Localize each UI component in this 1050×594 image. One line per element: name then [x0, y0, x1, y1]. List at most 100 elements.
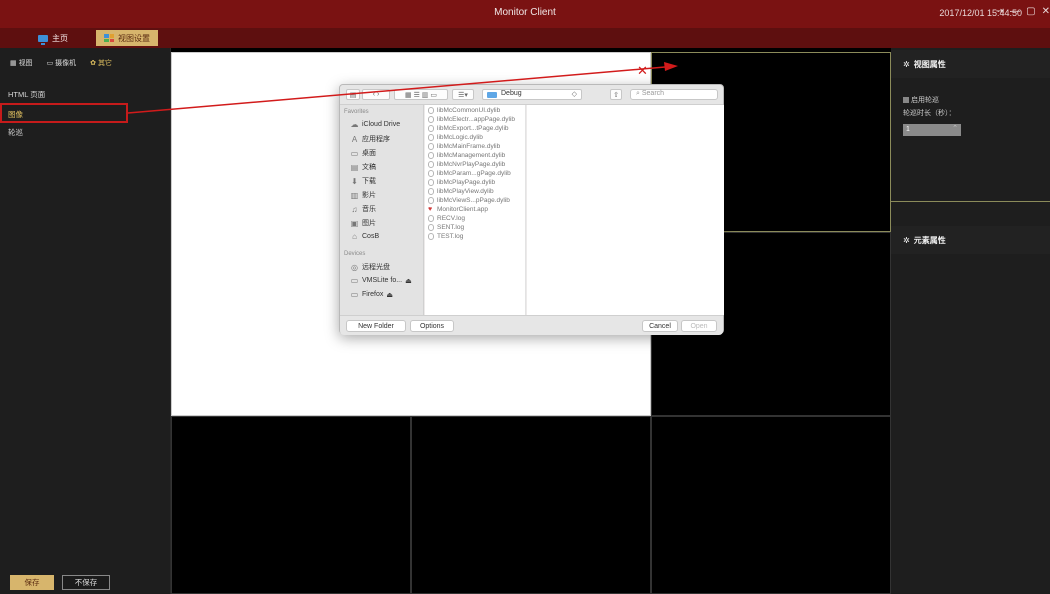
tab-view-settings[interactable]: 视图设置 [96, 30, 158, 46]
enable-patrol-label: 启用轮巡 [911, 97, 939, 104]
list-item[interactable]: libMcElectr...appPage.dylib [428, 116, 515, 123]
minimize-icon[interactable]: — [1010, 6, 1020, 17]
list-item[interactable]: libMcPlayPage.dylib [428, 179, 495, 186]
tab-home[interactable]: 主页 [30, 30, 76, 46]
cloud-icon: ☁ [350, 120, 359, 129]
documents-icon: ▤ [350, 162, 359, 172]
eject-icon[interactable]: ⏏ [405, 277, 412, 285]
file-name: libMcMainFrame.dylib [437, 143, 501, 150]
view-cell-bottom-2[interactable] [411, 416, 651, 594]
list-item[interactable]: libMcPlayView.dylib [428, 188, 494, 195]
patrol-duration-select[interactable]: 1 [903, 124, 961, 136]
open-button[interactable]: Open [681, 320, 717, 332]
tab-other[interactable]: ✿ 其它 [90, 58, 112, 70]
tab-view-settings-label: 视图设置 [118, 33, 150, 43]
list-item[interactable]: libMcManagement.dylib [428, 152, 505, 159]
list-item[interactable]: libMcExport...tPage.dylib [428, 125, 509, 132]
close-icon[interactable]: ✕ [1042, 6, 1050, 17]
sidebar-item-firefox[interactable]: ▭ Firefox ⏏ [350, 290, 393, 299]
file-name: libMcPlayView.dylib [437, 188, 494, 195]
sidebar-item-documents[interactable]: ▤ 文稿 [350, 162, 376, 172]
new-folder-button[interactable]: New Folder [346, 320, 406, 332]
back-forward-button[interactable]: ‹ › [362, 89, 390, 100]
music-icon: ♫ [351, 204, 358, 214]
sidebar-item-label: 远程光盘 [362, 264, 390, 271]
folder-path-select[interactable]: Debug ◇ [482, 89, 582, 100]
share-icon[interactable]: ⇧ [610, 89, 622, 100]
right-panel: ✲ 视图属性 启用轮巡 轮巡时长（秒）： 1 ✲ 元素属性 [891, 48, 1050, 594]
cancel-button[interactable]: Cancel [642, 320, 678, 332]
enable-patrol-checkbox[interactable]: 启用轮巡 [903, 95, 939, 105]
sidebar-item-pictures[interactable]: ▣ 图片 [350, 218, 376, 228]
sidebar-item-label: 文稿 [362, 164, 376, 171]
sidebar-item-label: iCloud Drive [362, 121, 401, 128]
view-mode-buttons[interactable]: ▦ ☰ ▥ ▭ [394, 89, 448, 100]
sidebar-item-icloud[interactable]: ☁ iCloud Drive [350, 120, 401, 129]
list-item[interactable]: libMcNvrPlayPage.dylib [428, 161, 505, 168]
tab-camera[interactable]: ▭ 摄像机 [47, 58, 77, 70]
list-item[interactable]: ♥ MonitorClient.app [428, 206, 488, 213]
list-item[interactable]: libMcCommonUI.dylib [428, 107, 500, 114]
list-item-html-page[interactable]: HTML 页面 [8, 89, 45, 100]
sidebar-item-label: 桌面 [362, 150, 376, 157]
save-button[interactable]: 保存 [10, 575, 54, 590]
left-panel: ▦ 视图 ▭ 摄像机 ✿ 其它 HTML 页面 图像 轮巡 [0, 48, 171, 594]
file-icon [428, 152, 434, 159]
tab-view-label: 视图 [18, 60, 33, 67]
discard-button[interactable]: 不保存 [62, 575, 110, 590]
file-icon [428, 116, 434, 123]
download-icon: ⬇ [351, 176, 358, 186]
list-item[interactable]: SENT.log [428, 224, 464, 231]
sidebar-item-downloads[interactable]: ⬇ 下载 [350, 176, 376, 186]
view-cell-bottom-3[interactable] [651, 416, 891, 594]
tab-other-label: 其它 [97, 60, 112, 67]
list-item[interactable]: libMcViewS...pPage.dylib [428, 197, 510, 204]
folder-icon [487, 92, 497, 98]
element-properties-header: ✲ 元素属性 [891, 226, 1050, 254]
apps-icon: A [351, 134, 358, 144]
search-placeholder: Search [641, 90, 665, 97]
file-name: libMcManagement.dylib [437, 152, 506, 159]
file-icon [428, 215, 434, 222]
sidebar-item-home[interactable]: ⌂ CosB [350, 232, 379, 241]
close-icon[interactable]: ✕ [637, 63, 648, 79]
drive-icon: ▭ [350, 276, 359, 285]
sidebar-item-music[interactable]: ♫ 音乐 [350, 204, 377, 214]
home-icon: ⌂ [352, 232, 357, 241]
dialog-toolbar: ▤ ‹ › ▦ ☰ ▥ ▭ ☰▾ Debug ◇ ⇧ ⌕ Search [340, 85, 723, 105]
list-item-image[interactable]: 图像 [0, 103, 128, 123]
file-name: libMcLogic.dylib [437, 134, 483, 141]
list-item[interactable]: libMcParam...gPage.dylib [428, 170, 511, 177]
sidebar-item-desktop[interactable]: ▭ 桌面 [350, 148, 376, 158]
file-name: libMcNvrPlayPage.dylib [437, 161, 506, 168]
search-input[interactable]: ⌕ Search [630, 89, 718, 100]
list-item[interactable]: RECV.log [428, 215, 465, 222]
maximize-icon[interactable]: ▢ [1026, 6, 1035, 17]
tab-view[interactable]: ▦ 视图 [10, 58, 33, 70]
view-cell-bottom-1[interactable] [171, 416, 411, 594]
sidebar-item-label: 图片 [362, 220, 376, 227]
view-properties-title: 视图属性 [913, 59, 946, 69]
eject-icon[interactable]: ⏏ [386, 291, 393, 299]
logout-icon[interactable]: ⇥ [996, 6, 1004, 17]
arrange-button[interactable]: ☰▾ [452, 89, 474, 100]
list-item[interactable]: libMcMainFrame.dylib [428, 143, 500, 150]
file-name: libMcExport...tPage.dylib [437, 125, 509, 132]
sidebar-item-movies[interactable]: ▥ 影片 [350, 190, 376, 200]
file-list: libMcCommonUI.dylib libMcElectr...appPag… [425, 105, 526, 315]
sidebar-item-vmslite[interactable]: ▭ VMSLite fo... ⏏ [350, 276, 412, 285]
folder-name: Debug [501, 90, 522, 97]
file-name: libMcViewS...pPage.dylib [437, 197, 510, 204]
list-item-patrol[interactable]: 轮巡 [8, 127, 23, 138]
options-button[interactable]: Options [410, 320, 454, 332]
nav-bar: 主页 视图设置 [0, 28, 1050, 48]
gear-icon: ✲ [903, 235, 910, 245]
list-item[interactable]: libMcLogic.dylib [428, 134, 483, 141]
sidebar-item-remote-disc[interactable]: ◎ 远程光盘 [350, 262, 390, 272]
sidebar-toggle-icon[interactable]: ▤ [346, 89, 360, 100]
sidebar-item-apps[interactable]: A 应用程序 [350, 134, 390, 144]
file-icon [428, 170, 434, 177]
chevron-down-icon: ◇ [571, 91, 577, 98]
sidebar-item-label: VMSLite fo... [362, 277, 403, 284]
list-item[interactable]: TEST.log [428, 233, 463, 240]
